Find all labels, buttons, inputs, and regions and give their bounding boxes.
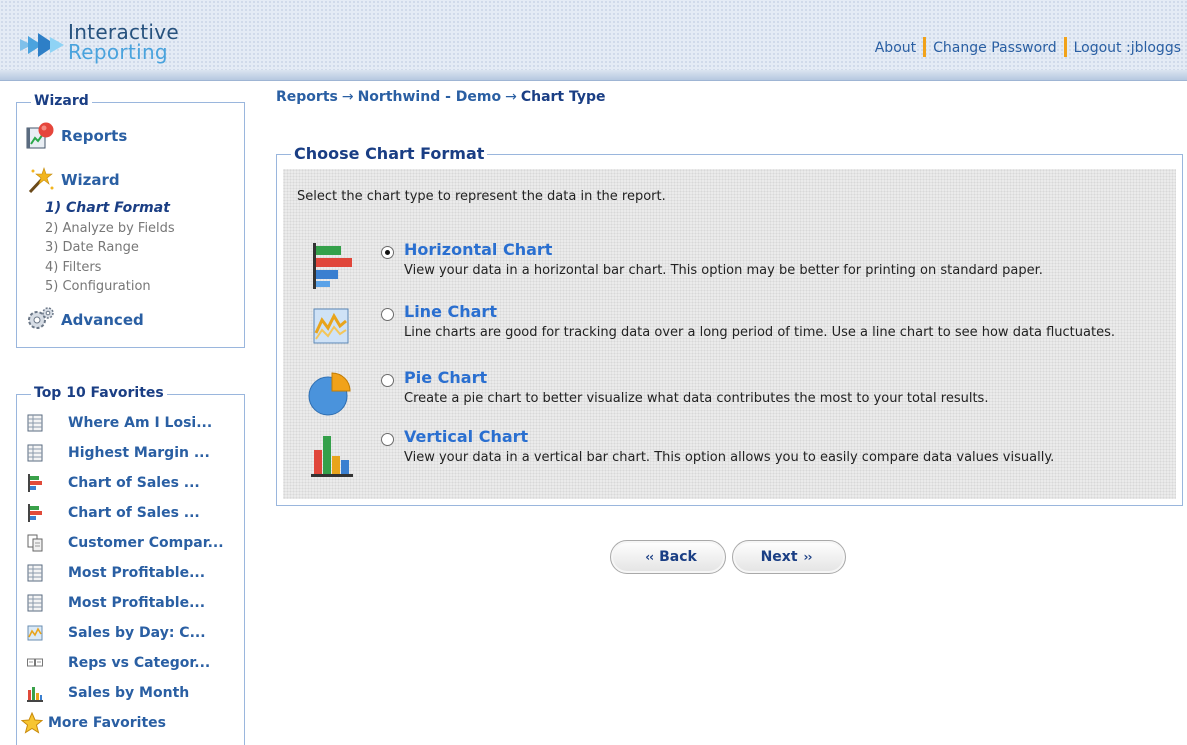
favorite-item[interactable]: Most Profitable... — [25, 591, 245, 615]
wizard-step-chart-format[interactable]: 1) Chart Format — [45, 199, 175, 219]
horizontal-bar-chart-icon — [313, 243, 352, 289]
logout-link[interactable]: Logout :jbloggs — [1074, 40, 1181, 56]
table-report-icon — [27, 594, 43, 612]
pie-chart-radio[interactable] — [381, 374, 394, 387]
crosstab-icon — [27, 658, 43, 667]
favorites-panel: Top 10 Favorites Where Am I Losi... High… — [16, 385, 245, 745]
document-compare-icon — [27, 534, 43, 552]
wizard-panel: Wizard Reports Wizard 1) Chart Format 2)… — [16, 93, 245, 348]
favorite-label: Reps vs Categor... — [68, 655, 211, 671]
reports-icon — [26, 122, 54, 149]
wizard-step-configuration[interactable]: 5) Configuration — [45, 277, 175, 297]
table-report-icon — [27, 414, 43, 432]
line-chart-icon — [27, 625, 43, 641]
back-button-label: Back — [659, 549, 697, 565]
next-button[interactable]: Next ›› — [732, 540, 846, 574]
gears-icon — [28, 307, 54, 329]
wizard-step-analyze-by-fields[interactable]: 2) Analyze by Fields — [45, 219, 175, 239]
choose-chart-format-panel: Choose Chart Format Select the chart typ… — [276, 144, 1183, 506]
favorite-item[interactable]: Reps vs Categor... — [25, 651, 245, 675]
pie-chart-title[interactable]: Pie Chart — [404, 368, 487, 387]
line-chart-icon — [313, 308, 349, 344]
breadcrumb-current: Chart Type — [520, 89, 606, 105]
vertical-chart-title[interactable]: Vertical Chart — [404, 427, 528, 446]
next-button-label: Next — [760, 549, 798, 565]
wizard-step-date-range[interactable]: 3) Date Range — [45, 238, 175, 258]
sidebar-advanced-link[interactable]: Advanced — [25, 305, 144, 335]
sidebar-wizard-label: Wizard — [61, 171, 120, 189]
change-password-link[interactable]: Change Password — [933, 40, 1056, 56]
favorite-label: Sales by Day: C... — [68, 625, 206, 641]
vertical-bar-chart-icon — [311, 436, 353, 477]
about-link[interactable]: About — [875, 40, 916, 56]
breadcrumb-reports[interactable]: Reports — [276, 89, 338, 105]
pie-chart-icon — [308, 372, 351, 416]
app-header: Interactive Reporting About Change Passwo… — [0, 0, 1187, 81]
sidebar-advanced-label: Advanced — [61, 311, 144, 329]
horizontal-chart-description: View your data in a horizontal bar chart… — [404, 263, 1043, 278]
chart-format-title: Choose Chart Format — [291, 144, 488, 163]
top-navigation: About Change Password Logout :jbloggs — [875, 37, 1181, 57]
wizard-steps-list: 1) Chart Format 2) Analyze by Fields 3) … — [45, 199, 175, 297]
sidebar-wizard-link[interactable]: Wizard — [25, 165, 120, 195]
favorite-item[interactable]: Chart of Sales ... — [25, 471, 245, 495]
sidebar-reports-link[interactable]: Reports — [25, 121, 127, 151]
favorite-label: Highest Margin ... — [68, 445, 210, 461]
wizard-step-filters[interactable]: 4) Filters — [45, 258, 175, 278]
table-report-icon — [27, 444, 43, 462]
favorite-label: Most Profitable... — [68, 565, 206, 581]
chart-format-body: Select the chart type to represent the d… — [283, 169, 1176, 499]
pie-chart-description: Create a pie chart to better visualize w… — [404, 391, 989, 406]
vertical-chart-description: View your data in a vertical bar chart. … — [404, 450, 1055, 465]
line-chart-title[interactable]: Line Chart — [404, 302, 497, 321]
app-logo[interactable]: Interactive Reporting — [18, 20, 193, 68]
chart-format-instruction: Select the chart type to represent the d… — [297, 189, 666, 204]
favorites-panel-title: Top 10 Favorites — [31, 385, 167, 401]
back-button[interactable]: ‹‹ Back — [610, 540, 726, 574]
table-report-icon — [27, 564, 43, 582]
favorite-label: Chart of Sales ... — [68, 505, 200, 521]
favorite-label: Chart of Sales ... — [68, 475, 200, 491]
more-favorites-link[interactable]: More Favorites — [21, 711, 241, 735]
nav-separator — [1063, 37, 1067, 57]
favorite-item[interactable]: Sales by Day: C... — [25, 621, 245, 645]
nav-separator — [923, 37, 927, 57]
favorite-item[interactable]: Chart of Sales ... — [25, 501, 245, 525]
favorite-item[interactable]: Most Profitable... — [25, 561, 245, 585]
line-chart-description: Line charts are good for tracking data o… — [404, 325, 1115, 340]
horizontal-chart-icon — [28, 474, 42, 492]
horizontal-chart-icon — [28, 504, 42, 522]
breadcrumb: Reports → Northwind - Demo → Chart Type — [276, 89, 606, 105]
favorite-item[interactable]: Customer Compar... — [25, 531, 245, 555]
more-favorites-label: More Favorites — [48, 715, 166, 731]
line-chart-radio[interactable] — [381, 308, 394, 321]
next-chevron-icon: ›› — [803, 550, 813, 564]
breadcrumb-arrow: → — [341, 89, 354, 105]
favorite-item[interactable]: Sales by Month — [25, 681, 245, 705]
favorite-label: Customer Compar... — [68, 535, 224, 551]
logo-text-line2: Reporting — [68, 40, 168, 64]
favorite-label: Most Profitable... — [68, 595, 206, 611]
favorite-item[interactable]: Where Am I Losi... — [25, 411, 245, 435]
favorite-label: Where Am I Losi... — [68, 415, 213, 431]
magic-wand-icon — [28, 167, 54, 194]
breadcrumb-northwind-demo[interactable]: Northwind - Demo — [358, 89, 502, 105]
sidebar-reports-label: Reports — [61, 127, 128, 145]
vertical-chart-icon — [27, 687, 43, 702]
wizard-panel-title: Wizard — [31, 93, 92, 109]
horizontal-chart-title[interactable]: Horizontal Chart — [404, 240, 552, 259]
breadcrumb-arrow: → — [505, 89, 517, 105]
favorite-item[interactable]: Highest Margin ... — [25, 441, 245, 465]
favorite-label: Sales by Month — [68, 685, 190, 701]
vertical-chart-radio[interactable] — [381, 433, 394, 446]
back-chevron-icon: ‹‹ — [645, 550, 654, 564]
star-icon — [21, 712, 43, 734]
logo-arrows-icon — [20, 33, 64, 57]
horizontal-chart-radio[interactable] — [381, 246, 394, 259]
